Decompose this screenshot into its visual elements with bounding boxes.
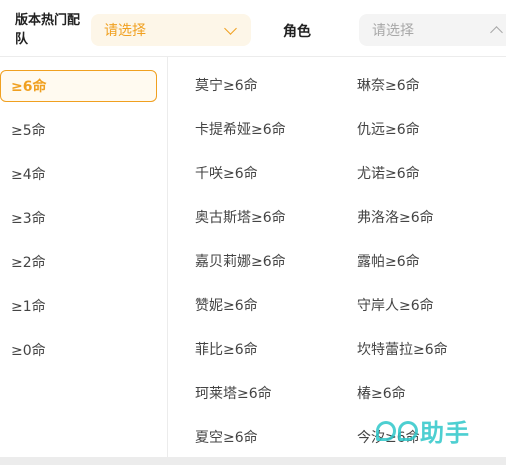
character-option[interactable]: 莫宁≥6命 — [195, 70, 258, 102]
character-option[interactable]: 弗洛洛≥6命 — [357, 202, 434, 234]
bottom-bar — [0, 457, 506, 465]
character-option[interactable]: 菲比≥6命 — [195, 334, 258, 366]
panel-top-divider — [0, 56, 506, 57]
role-select-value: 请选择 — [372, 23, 414, 39]
character-option[interactable]: 夏空≥6命 — [195, 422, 258, 454]
character-option[interactable]: 奥古斯塔≥6命 — [195, 202, 286, 234]
pp-logo-icon — [376, 420, 418, 441]
character-option[interactable]: 琳奈≥6命 — [357, 70, 420, 102]
character-option[interactable]: 守岸人≥6命 — [357, 290, 434, 322]
character-option[interactable]: 坎特蕾拉≥6命 — [357, 334, 448, 366]
role-filter-label: 角色 — [283, 24, 311, 40]
panel-column-divider — [167, 57, 168, 457]
level-option[interactable]: ≥0命 — [0, 334, 157, 366]
character-option[interactable]: 卡提希娅≥6命 — [195, 114, 286, 146]
level-option[interactable]: ≥2命 — [0, 246, 157, 278]
character-option[interactable]: 仇远≥6命 — [357, 114, 420, 146]
character-option[interactable]: 千咲≥6命 — [195, 158, 258, 190]
role-select[interactable]: 请选择 — [359, 14, 506, 46]
watermark-text: 助手 — [420, 419, 470, 447]
constellation-level-list: ≥6命 ≥5命 ≥4命 ≥3命 ≥2命 ≥1命 ≥0命 — [0, 70, 157, 378]
level-option[interactable]: ≥4命 — [0, 158, 157, 190]
character-option[interactable]: 珂莱塔≥6命 — [195, 378, 272, 410]
character-option[interactable]: 露帕≥6命 — [357, 246, 420, 278]
character-option[interactable]: 嘉贝莉娜≥6命 — [195, 246, 286, 278]
level-option[interactable]: ≥6命 — [0, 70, 157, 102]
level-option[interactable]: ≥5命 — [0, 114, 157, 146]
chevron-down-icon — [224, 23, 238, 37]
version-select-value: 请选择 — [104, 23, 146, 39]
version-filter-label: 版本热门配队 — [15, 13, 81, 47]
watermark: 助手 — [376, 413, 470, 448]
character-option[interactable]: 尤诺≥6命 — [357, 158, 420, 190]
character-option[interactable]: 赞妮≥6命 — [195, 290, 258, 322]
level-option[interactable]: ≥3命 — [0, 202, 157, 234]
character-option[interactable]: 椿≥6命 — [357, 378, 406, 410]
level-option[interactable]: ≥1命 — [0, 290, 157, 322]
version-select[interactable]: 请选择 — [91, 14, 251, 46]
chevron-up-icon — [490, 23, 504, 37]
